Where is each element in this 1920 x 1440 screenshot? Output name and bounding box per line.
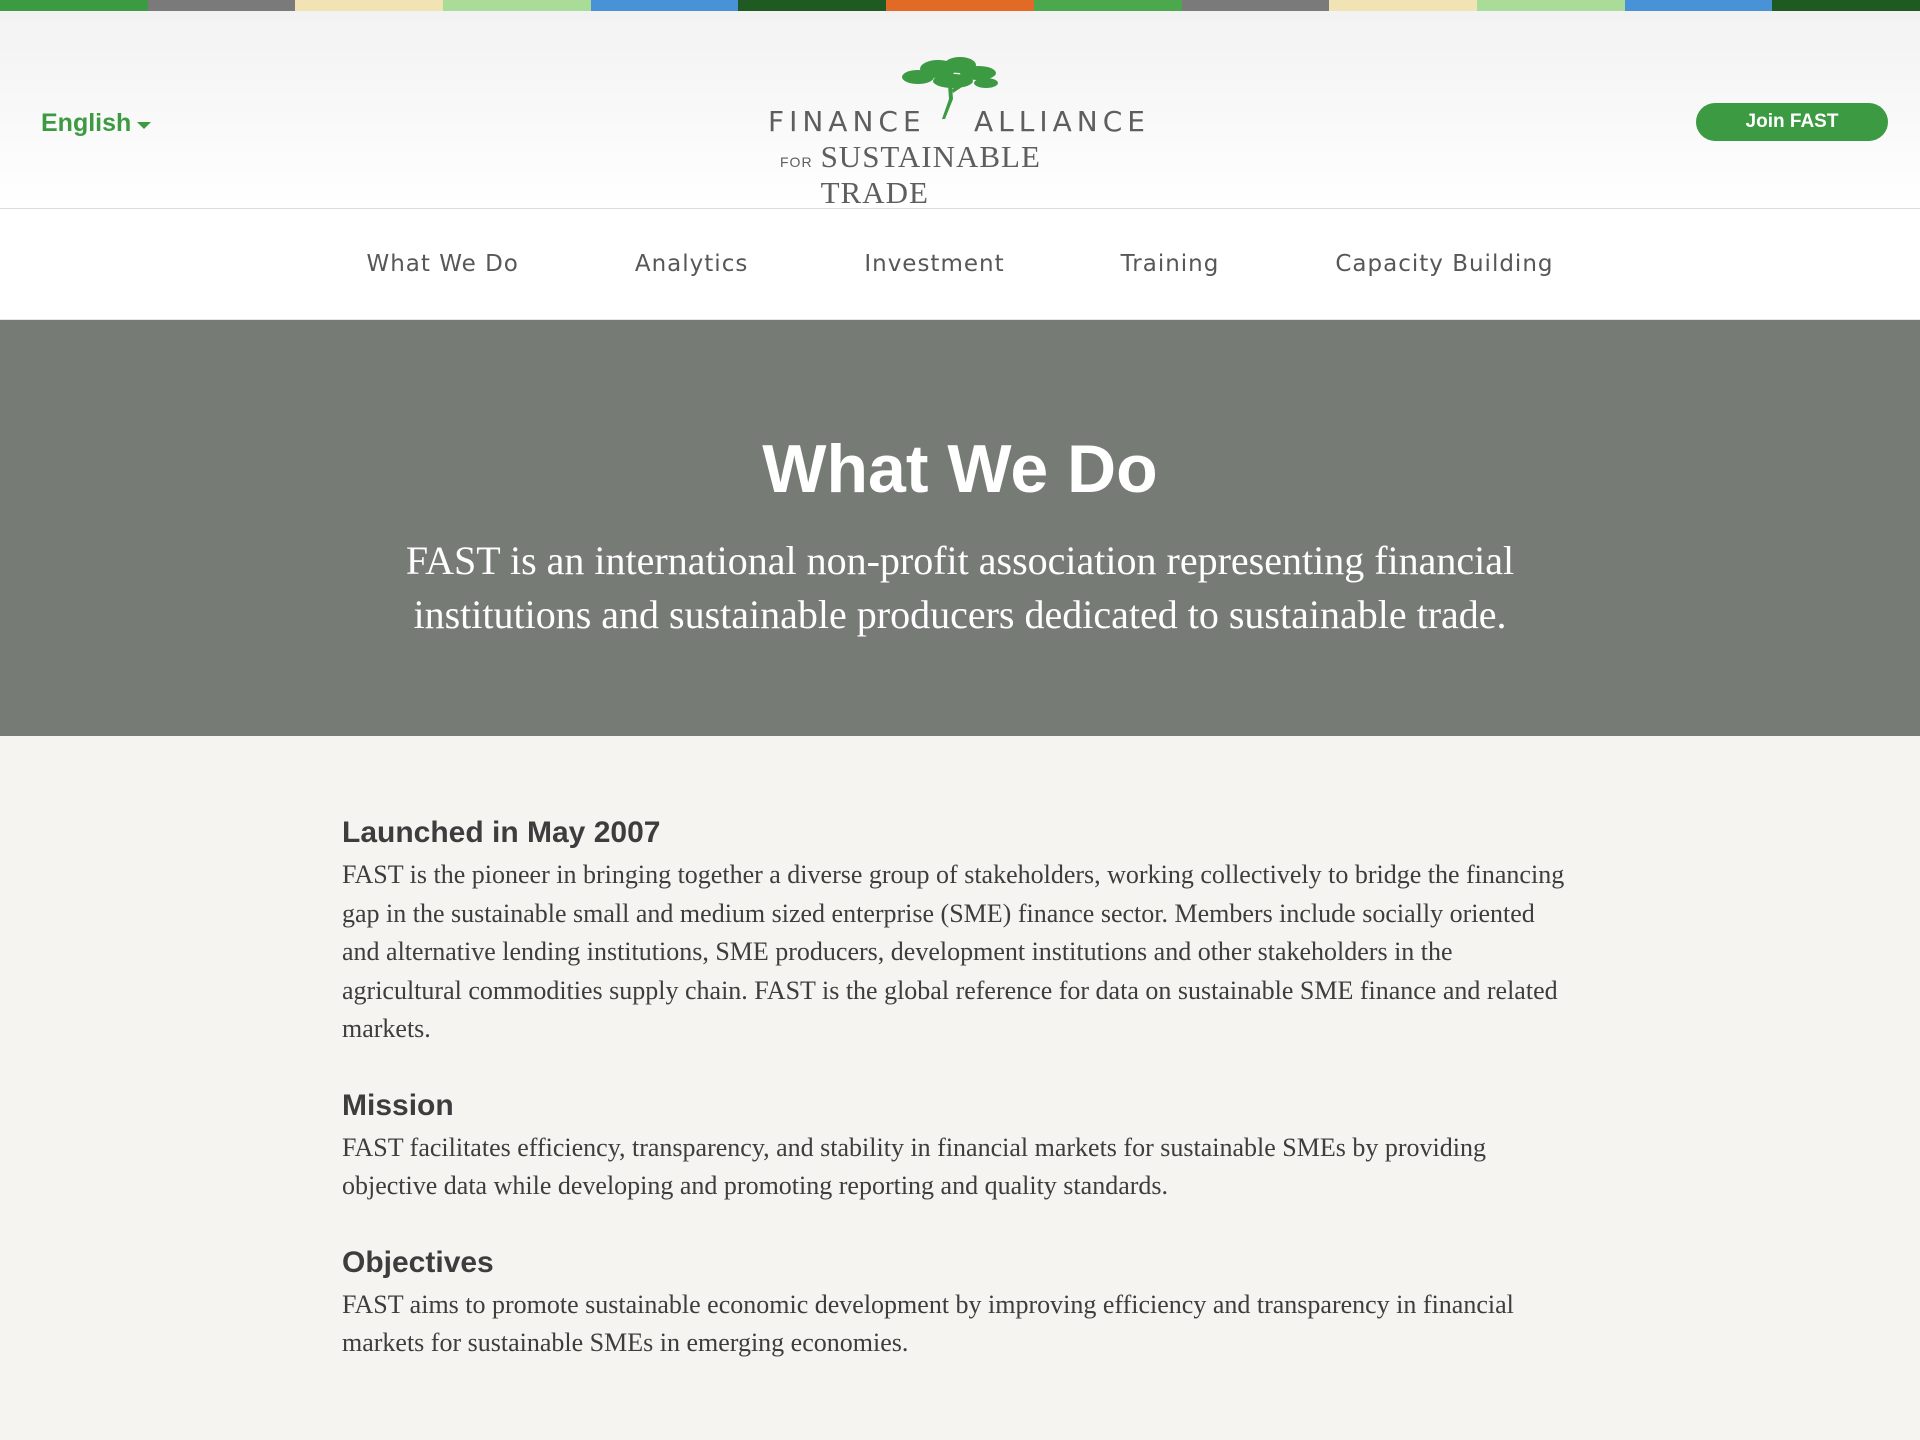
language-label: English xyxy=(41,109,132,137)
hero-subtitle: FAST is an international non-profit asso… xyxy=(405,538,1515,637)
stripe-segment xyxy=(443,0,591,11)
stripe-segment xyxy=(886,0,1034,11)
stripe-segment xyxy=(1772,0,1920,11)
nav-item-capacity-building[interactable]: Capacity Building xyxy=(1335,251,1553,277)
section-objectives: Objectives FAST aims to promote sustaina… xyxy=(342,1246,1572,1363)
stripe-segment xyxy=(738,0,887,11)
section-mission: Mission FAST facilitates efficiency, tra… xyxy=(342,1089,1572,1206)
language-selector[interactable]: English xyxy=(41,109,152,138)
stripe-segment xyxy=(1033,0,1182,11)
section-body: FAST facilitates efficiency, transparenc… xyxy=(342,1132,1486,1201)
main-content: Launched in May 2007 FAST is the pioneer… xyxy=(0,736,1572,1363)
join-fast-button[interactable]: Join FAST xyxy=(1696,103,1888,141)
stripe-segment xyxy=(1181,0,1330,11)
stripe-segment xyxy=(590,0,739,11)
nav-item-investment[interactable]: Investment xyxy=(864,251,1004,277)
section-heading: Launched in May 2007 xyxy=(342,816,661,849)
logo-sustainable-trade: SUSTAINABLE TRADE xyxy=(820,139,1041,210)
site-logo[interactable]: FINANCE ALLIANCE FOR SUSTAINABLE TRADE xyxy=(768,55,1150,210)
top-color-stripe xyxy=(0,0,1920,11)
section-heading: Objectives xyxy=(342,1245,494,1279)
logo-word-alliance: ALLIANCE xyxy=(974,105,1150,138)
section-body: FAST is the pioneer in bringing together… xyxy=(342,860,1565,1043)
section-body: FAST aims to promote sustainable economi… xyxy=(342,1289,1514,1358)
site-header: English FINANCE ALLIANCE FOR SUSTAINABLE… xyxy=(0,11,1920,210)
stripe-segment xyxy=(295,0,444,11)
logo-line2: FOR SUSTAINABLE TRADE xyxy=(780,139,1148,211)
stripe-segment xyxy=(0,0,148,11)
page-title: What We Do xyxy=(762,431,1158,507)
hero-banner: What We Do FAST is an international non-… xyxy=(0,320,1920,736)
nav-item-what-we-do[interactable]: What We Do xyxy=(366,251,518,277)
stripe-segment xyxy=(147,0,296,11)
caret-down-icon xyxy=(137,121,152,129)
nav-item-analytics[interactable]: Analytics xyxy=(635,251,748,277)
stripe-segment xyxy=(1624,0,1773,11)
stripe-segment xyxy=(1329,0,1477,11)
logo-word-finance: FINANCE xyxy=(768,105,926,138)
stripe-segment xyxy=(1476,0,1625,11)
logo-word-for: FOR xyxy=(780,154,813,170)
nav-item-training[interactable]: Training xyxy=(1121,251,1220,277)
main-nav: What We Do Analytics Investment Training… xyxy=(0,209,1920,320)
section-launched: Launched in May 2007 FAST is the pioneer… xyxy=(342,816,1572,1049)
section-heading: Mission xyxy=(342,1088,454,1122)
